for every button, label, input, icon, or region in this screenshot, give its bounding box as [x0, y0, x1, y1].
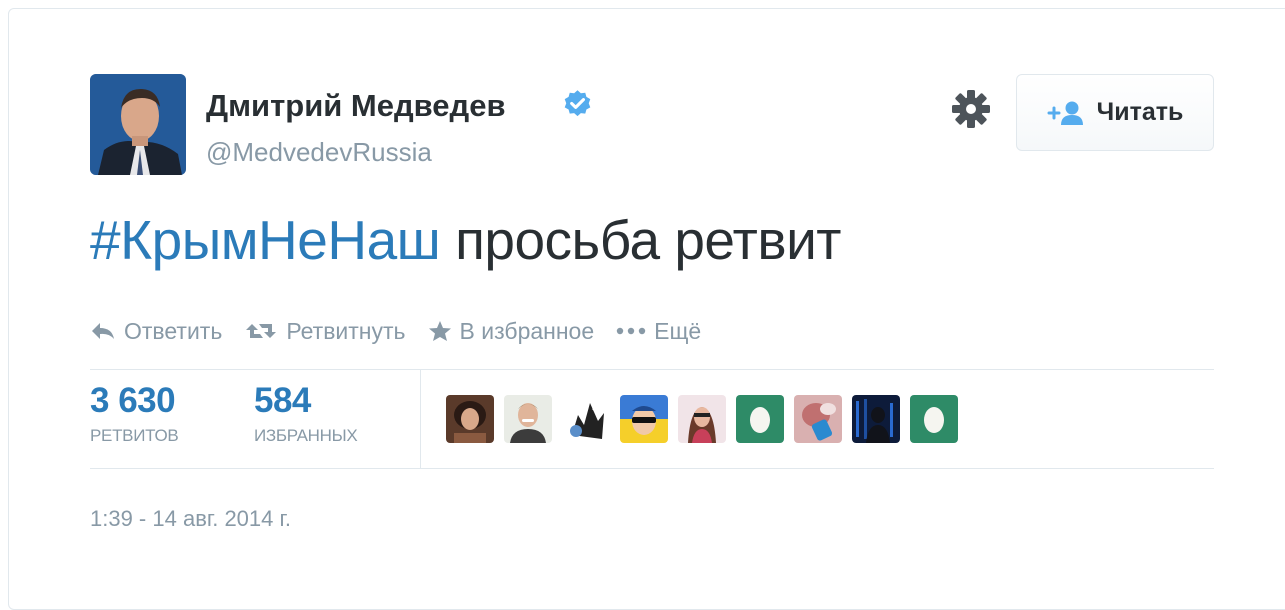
retweeter-avatar[interactable] [852, 395, 900, 443]
gear-icon[interactable] [951, 89, 991, 129]
default-egg-avatar[interactable] [910, 395, 958, 443]
reply-icon [92, 323, 114, 339]
more-button[interactable]: Ещё [616, 318, 701, 345]
default-egg-avatar[interactable] [736, 395, 784, 443]
author-handle[interactable]: @MedvedevRussia [206, 137, 432, 168]
more-label: Ещё [654, 317, 702, 344]
reply-label: Ответить [124, 317, 223, 344]
retweets-stat[interactable]: 3 630 РЕТВИТОВ [90, 381, 179, 446]
retweet-button[interactable]: Ретвитнуть [244, 317, 406, 345]
divider-top [90, 369, 1214, 370]
divider-bottom [90, 468, 1214, 469]
follow-label: Читать [1096, 98, 1184, 126]
retweeter-avatar[interactable] [678, 395, 726, 443]
tweet-actions: Ответить Ретвитнуть В избранное Ещё [90, 314, 723, 348]
reply-button[interactable]: Ответить [90, 318, 222, 345]
divider-vertical [420, 370, 421, 468]
retweets-label: РЕТВИТОВ [90, 426, 179, 445]
favorites-label: ИЗБРАННЫХ [254, 426, 358, 445]
favorites-stat[interactable]: 584 ИЗБРАННЫХ [254, 381, 358, 446]
retweet-icon [246, 324, 277, 338]
star-icon [428, 321, 451, 341]
ellipsis-icon [616, 327, 646, 335]
tweet-body: просьба ретвит [440, 209, 841, 271]
favorites-count: 584 [254, 381, 311, 420]
add-user-icon [1047, 101, 1083, 125]
author-avatar[interactable] [90, 74, 186, 175]
follow-button[interactable]: Читать [1016, 74, 1214, 151]
retweets-count: 3 630 [90, 381, 176, 420]
retweeter-avatar[interactable] [446, 395, 494, 443]
hashtag-link[interactable]: #КрымНеНаш [90, 209, 441, 271]
retweeter-avatar[interactable] [504, 395, 552, 443]
verified-badge-icon [564, 90, 591, 117]
retweeter-avatar[interactable] [562, 395, 610, 443]
retweeter-avatar[interactable] [794, 395, 842, 443]
tweet-timestamp[interactable]: 1:39 - 14 авг. 2014 г. [90, 506, 291, 532]
favorite-button[interactable]: В избранное [428, 317, 595, 345]
retweeter-avatar[interactable] [620, 395, 668, 443]
author-name[interactable]: Дмитрий Медведев [206, 88, 506, 124]
favorite-label: В избранное [459, 317, 595, 344]
retweeter-avatars [446, 395, 968, 443]
retweet-label: Ретвитнуть [286, 317, 406, 344]
tweet-text: #КрымНеНаш просьба ретвит [90, 208, 841, 272]
